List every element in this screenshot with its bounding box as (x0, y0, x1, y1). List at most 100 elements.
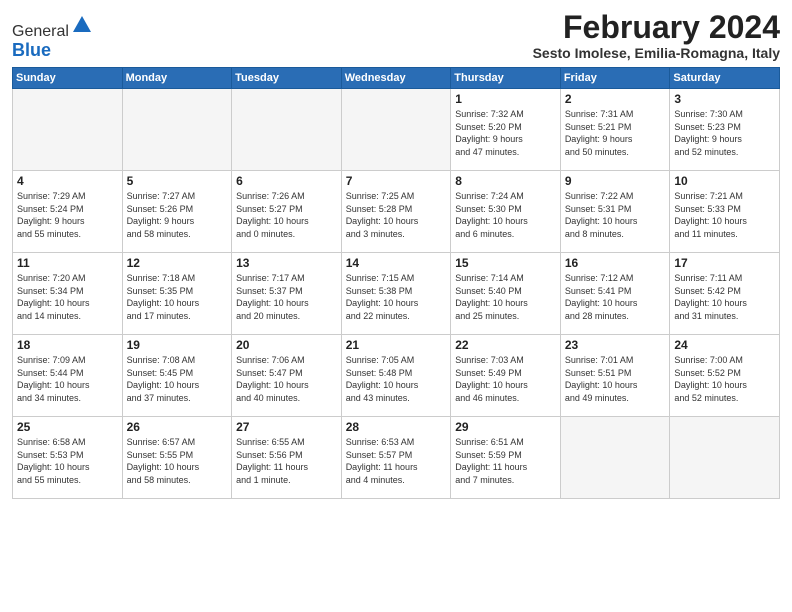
day-number: 1 (455, 92, 556, 106)
day-info: Sunrise: 7:22 AM Sunset: 5:31 PM Dayligh… (565, 190, 666, 240)
day-number: 27 (236, 420, 337, 434)
calendar-cell (341, 89, 451, 171)
day-number: 29 (455, 420, 556, 434)
calendar-cell: 6 Sunrise: 7:26 AM Sunset: 5:27 PM Daylig… (232, 171, 342, 253)
day-number: 8 (455, 174, 556, 188)
day-info: Sunrise: 6:51 AM Sunset: 5:59 PM Dayligh… (455, 436, 556, 486)
day-info: Sunrise: 7:26 AM Sunset: 5:27 PM Dayligh… (236, 190, 337, 240)
day-info: Sunrise: 7:27 AM Sunset: 5:26 PM Dayligh… (127, 190, 228, 240)
header-friday: Friday (560, 68, 670, 89)
calendar-cell: 15 Sunrise: 7:14 AM Sunset: 5:40 PM Dayli… (451, 253, 561, 335)
calendar-cell (670, 417, 780, 499)
calendar-cell: 10Sunrise: 7:21 AM Sunset: 5:33 PM Dayli… (670, 171, 780, 253)
calendar-cell: 25Sunrise: 6:58 AM Sunset: 5:53 PM Dayli… (13, 417, 123, 499)
day-info: Sunrise: 7:32 AM Sunset: 5:20 PM Dayligh… (455, 108, 556, 158)
calendar-cell (13, 89, 123, 171)
calendar-week-2: 11 Sunrise: 7:20 AM Sunset: 5:34 PM Dayli… (13, 253, 780, 335)
day-number: 21 (346, 338, 447, 352)
day-number: 6 (236, 174, 337, 188)
calendar-cell: 29 Sunrise: 6:51 AM Sunset: 5:59 PM Dayli… (451, 417, 561, 499)
weekday-header-row: Sunday Monday Tuesday Wednesday Thursday… (13, 68, 780, 89)
day-number: 28 (346, 420, 447, 434)
header-saturday: Saturday (670, 68, 780, 89)
logo-text: General (12, 14, 93, 41)
calendar-cell: 17 Sunrise: 7:11 AM Sunset: 5:42 PM Dayli… (670, 253, 780, 335)
day-info: Sunrise: 7:25 AM Sunset: 5:28 PM Dayligh… (346, 190, 447, 240)
calendar-table: Sunday Monday Tuesday Wednesday Thursday… (12, 67, 780, 499)
day-info: Sunrise: 7:24 AM Sunset: 5:30 PM Dayligh… (455, 190, 556, 240)
page-container: General Blue February 2024 Sesto Imolese… (0, 0, 792, 507)
calendar-cell: 7 Sunrise: 7:25 AM Sunset: 5:28 PM Daylig… (341, 171, 451, 253)
calendar-week-3: 18 Sunrise: 7:09 AM Sunset: 5:44 PM Dayli… (13, 335, 780, 417)
day-number: 22 (455, 338, 556, 352)
calendar-cell: 24Sunrise: 7:00 AM Sunset: 5:52 PM Dayli… (670, 335, 780, 417)
calendar-cell: 9 Sunrise: 7:22 AM Sunset: 5:31 PM Daylig… (560, 171, 670, 253)
day-number: 12 (127, 256, 228, 270)
day-number: 11 (17, 256, 118, 270)
calendar-cell: 11 Sunrise: 7:20 AM Sunset: 5:34 PM Dayli… (13, 253, 123, 335)
day-number: 23 (565, 338, 666, 352)
day-number: 24 (674, 338, 775, 352)
calendar-cell: 14 Sunrise: 7:15 AM Sunset: 5:38 PM Dayli… (341, 253, 451, 335)
day-info: Sunrise: 7:06 AM Sunset: 5:47 PM Dayligh… (236, 354, 337, 404)
header-sunday: Sunday (13, 68, 123, 89)
calendar-week-0: 1 Sunrise: 7:32 AM Sunset: 5:20 PM Daylig… (13, 89, 780, 171)
day-info: Sunrise: 7:03 AM Sunset: 5:49 PM Dayligh… (455, 354, 556, 404)
logo: General Blue (12, 14, 93, 59)
day-number: 14 (346, 256, 447, 270)
header-monday: Monday (122, 68, 232, 89)
day-info: Sunrise: 7:30 AM Sunset: 5:23 PM Dayligh… (674, 108, 775, 158)
day-info: Sunrise: 7:08 AM Sunset: 5:45 PM Dayligh… (127, 354, 228, 404)
day-info: Sunrise: 7:01 AM Sunset: 5:51 PM Dayligh… (565, 354, 666, 404)
calendar-cell: 1 Sunrise: 7:32 AM Sunset: 5:20 PM Daylig… (451, 89, 561, 171)
day-number: 7 (346, 174, 447, 188)
day-info: Sunrise: 6:55 AM Sunset: 5:56 PM Dayligh… (236, 436, 337, 486)
calendar-cell (122, 89, 232, 171)
calendar-cell: 22 Sunrise: 7:03 AM Sunset: 5:49 PM Dayli… (451, 335, 561, 417)
logo-general: General (12, 23, 69, 40)
day-info: Sunrise: 7:15 AM Sunset: 5:38 PM Dayligh… (346, 272, 447, 322)
day-info: Sunrise: 7:29 AM Sunset: 5:24 PM Dayligh… (17, 190, 118, 240)
calendar-week-4: 25Sunrise: 6:58 AM Sunset: 5:53 PM Dayli… (13, 417, 780, 499)
day-info: Sunrise: 7:14 AM Sunset: 5:40 PM Dayligh… (455, 272, 556, 322)
calendar-cell: 2Sunrise: 7:31 AM Sunset: 5:21 PM Daylig… (560, 89, 670, 171)
calendar-cell: 21 Sunrise: 7:05 AM Sunset: 5:48 PM Dayli… (341, 335, 451, 417)
day-info: Sunrise: 7:11 AM Sunset: 5:42 PM Dayligh… (674, 272, 775, 322)
day-number: 17 (674, 256, 775, 270)
day-number: 18 (17, 338, 118, 352)
day-number: 5 (127, 174, 228, 188)
header-thursday: Thursday (451, 68, 561, 89)
calendar-cell: 18 Sunrise: 7:09 AM Sunset: 5:44 PM Dayli… (13, 335, 123, 417)
calendar-cell: 8 Sunrise: 7:24 AM Sunset: 5:30 PM Daylig… (451, 171, 561, 253)
day-info: Sunrise: 7:20 AM Sunset: 5:34 PM Dayligh… (17, 272, 118, 322)
day-info: Sunrise: 7:09 AM Sunset: 5:44 PM Dayligh… (17, 354, 118, 404)
day-info: Sunrise: 7:17 AM Sunset: 5:37 PM Dayligh… (236, 272, 337, 322)
day-number: 3 (674, 92, 775, 106)
day-number: 19 (127, 338, 228, 352)
month-title: February 2024 (533, 10, 780, 45)
calendar-cell: 5 Sunrise: 7:27 AM Sunset: 5:26 PM Daylig… (122, 171, 232, 253)
title-area: February 2024 Sesto Imolese, Emilia-Roma… (533, 10, 780, 61)
calendar-cell (560, 417, 670, 499)
day-number: 25 (17, 420, 118, 434)
calendar-cell (232, 89, 342, 171)
day-info: Sunrise: 7:12 AM Sunset: 5:41 PM Dayligh… (565, 272, 666, 322)
calendar-week-1: 4Sunrise: 7:29 AM Sunset: 5:24 PM Daylig… (13, 171, 780, 253)
calendar-cell: 12Sunrise: 7:18 AM Sunset: 5:35 PM Dayli… (122, 253, 232, 335)
day-number: 16 (565, 256, 666, 270)
day-number: 10 (674, 174, 775, 188)
calendar-cell: 28Sunrise: 6:53 AM Sunset: 5:57 PM Dayli… (341, 417, 451, 499)
day-number: 13 (236, 256, 337, 270)
header-tuesday: Tuesday (232, 68, 342, 89)
day-number: 20 (236, 338, 337, 352)
calendar-cell: 27 Sunrise: 6:55 AM Sunset: 5:56 PM Dayli… (232, 417, 342, 499)
calendar-cell: 13 Sunrise: 7:17 AM Sunset: 5:37 PM Dayli… (232, 253, 342, 335)
calendar-cell: 16 Sunrise: 7:12 AM Sunset: 5:41 PM Dayli… (560, 253, 670, 335)
header-wednesday: Wednesday (341, 68, 451, 89)
day-number: 9 (565, 174, 666, 188)
calendar-cell: 26Sunrise: 6:57 AM Sunset: 5:55 PM Dayli… (122, 417, 232, 499)
day-info: Sunrise: 7:31 AM Sunset: 5:21 PM Dayligh… (565, 108, 666, 158)
day-info: Sunrise: 7:05 AM Sunset: 5:48 PM Dayligh… (346, 354, 447, 404)
day-number: 15 (455, 256, 556, 270)
header: General Blue February 2024 Sesto Imolese… (12, 10, 780, 61)
